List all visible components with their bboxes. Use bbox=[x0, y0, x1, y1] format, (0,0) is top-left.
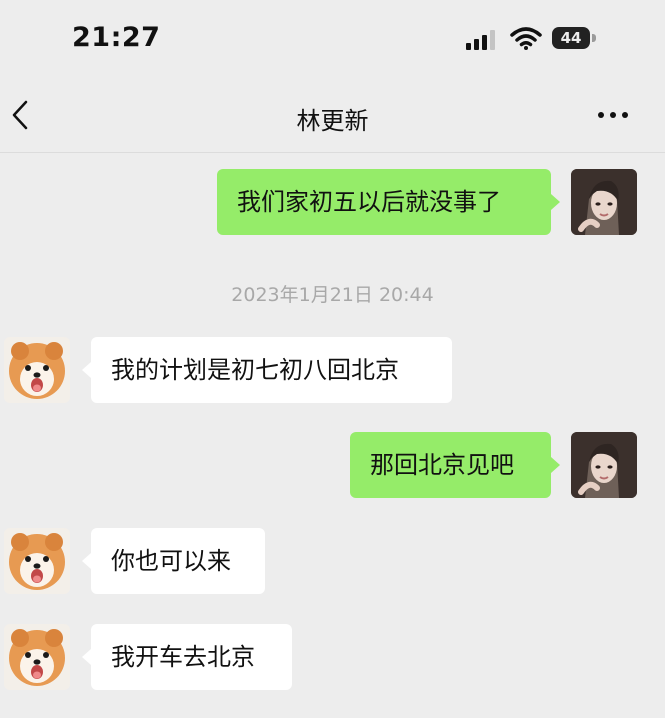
message-bubble-incoming[interactable]: 你也可以来 bbox=[91, 528, 265, 594]
dog-avatar-icon bbox=[4, 624, 70, 690]
cellular-signal-icon bbox=[466, 30, 495, 50]
contact-avatar[interactable] bbox=[4, 337, 70, 403]
self-avatar[interactable] bbox=[571, 432, 637, 498]
self-avatar-icon bbox=[571, 169, 637, 235]
message-bubble-incoming[interactable]: 我开车去北京 bbox=[91, 624, 292, 690]
battery-icon: 44 bbox=[552, 27, 598, 51]
chat-title: 林更新 bbox=[296, 107, 369, 135]
message-timestamp: 2023年1月21日 20:44 bbox=[231, 284, 434, 306]
contact-avatar[interactable] bbox=[4, 528, 70, 594]
dog-avatar-icon bbox=[4, 337, 70, 403]
contact-avatar[interactable] bbox=[4, 624, 70, 690]
self-avatar[interactable] bbox=[571, 169, 637, 235]
more-options-icon[interactable] bbox=[596, 108, 630, 122]
battery-level: 44 bbox=[552, 27, 590, 49]
message-bubble-outgoing[interactable]: 那回北京见吧 bbox=[350, 432, 551, 498]
message-bubble-incoming[interactable]: 我的计划是初七初八回北京 bbox=[91, 337, 452, 403]
self-avatar-icon bbox=[571, 432, 637, 498]
status-time: 21:27 bbox=[72, 22, 161, 53]
chat-header: 林更新 bbox=[0, 80, 665, 153]
wifi-icon bbox=[510, 27, 542, 50]
message-bubble-outgoing[interactable]: 我们家初五以后就没事了 bbox=[217, 169, 551, 235]
status-bar: 21:27 44 bbox=[0, 0, 665, 80]
dog-avatar-icon bbox=[4, 528, 70, 594]
